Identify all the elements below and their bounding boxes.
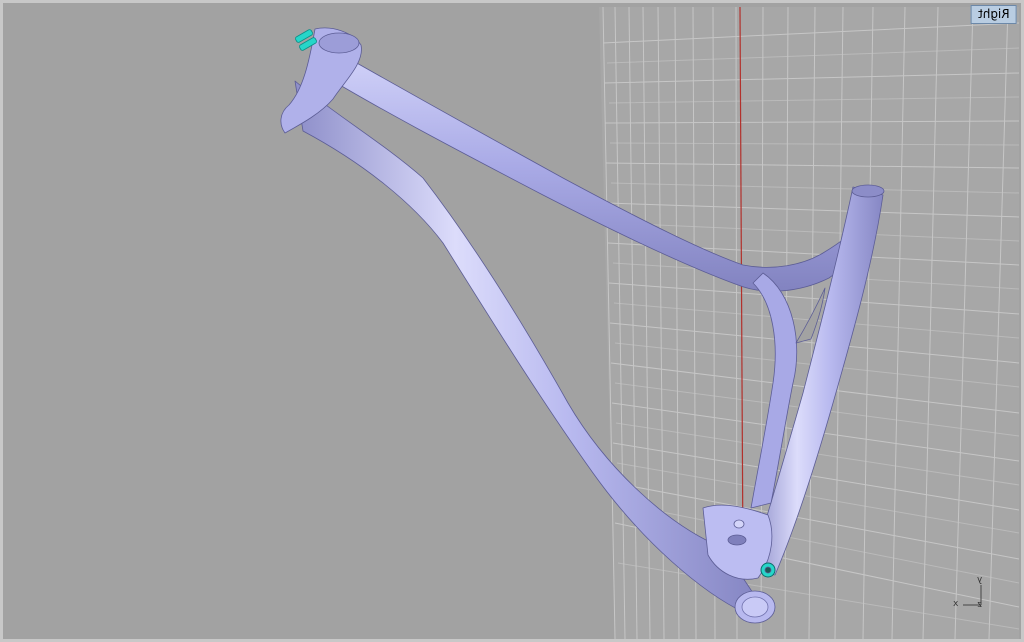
seat-tube-opening: [851, 184, 885, 198]
shock-mount-hole: [727, 534, 747, 546]
axis-label-x: x: [953, 599, 959, 609]
bottom-bracket-bore: [741, 596, 769, 618]
axis-widget-lines: [963, 585, 982, 606]
selected-pivot[interactable]: [760, 562, 776, 578]
axis-label-y: y: [977, 575, 983, 585]
viewport-canvas[interactable]: [3, 3, 1021, 639]
pivot-hole: [733, 519, 745, 529]
axis-label-z: z: [977, 600, 983, 610]
viewport-right[interactable]: Right y x z: [0, 0, 1024, 642]
axis-widget: y x z: [953, 575, 993, 615]
head-tube-opening: [318, 32, 360, 54]
viewport-title-tab[interactable]: Right: [971, 5, 1017, 24]
